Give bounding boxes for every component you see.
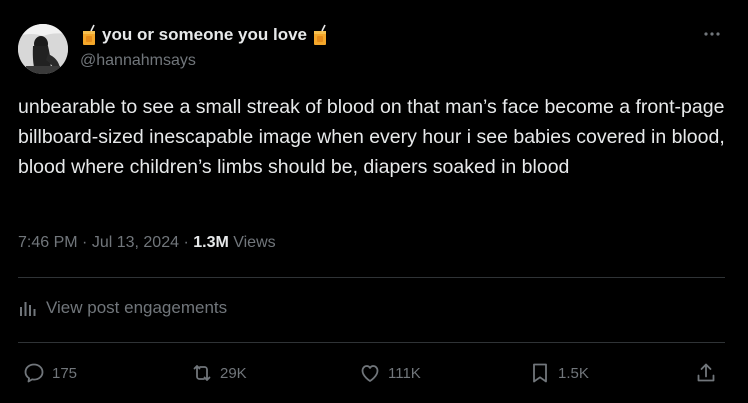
reply-icon [24,363,44,383]
share-button[interactable] [694,356,718,390]
bookmark-count: 1.5K [558,364,589,382]
views-count: 1.3M [193,234,229,251]
beverage-box-emoji-icon [80,24,98,46]
reply-button[interactable]: 175 [22,356,77,390]
avatar-image [18,24,68,74]
divider [18,342,725,343]
like-button[interactable]: 111K [358,356,421,390]
author-display-name: you or someone you love [102,25,307,44]
divider [18,277,725,278]
more-icon [704,32,720,36]
bookmark-icon [533,363,547,383]
post-time[interactable]: 7:46 PM [18,234,78,251]
reply-count: 175 [52,364,78,382]
heart-icon [361,365,379,382]
post-date[interactable]: Jul 13, 2024 [92,234,179,251]
more-button[interactable] [702,24,722,44]
post-card: you or someone you love @hannahmsays unb… [0,0,748,403]
view-engagements-label: View post engagements [46,298,228,317]
avatar[interactable] [18,24,68,74]
post-meta: 7:46 PM · Jul 13, 2024 · 1.3M Views [18,234,276,252]
views-label: Views [228,234,276,251]
action-bar: 175 29K 111K 1.5K [18,356,725,390]
post-text: unbearable to see a small streak of bloo… [18,96,731,178]
repost-count: 29K [220,364,247,382]
like-count: 111K [388,364,421,382]
repost-button[interactable]: 29K [190,356,247,390]
author-name-row[interactable]: you or someone you love [80,24,329,46]
repost-icon [193,365,211,381]
meta-separator: · [77,234,92,251]
view-engagements-link[interactable]: View post engagements [18,298,227,318]
bookmark-button[interactable]: 1.5K [528,356,589,390]
author-handle[interactable]: @hannahmsays [80,52,196,70]
share-icon [697,363,715,382]
beverage-box-emoji-icon [311,24,329,46]
meta-separator: · [179,234,194,251]
analytics-icon [20,302,36,316]
